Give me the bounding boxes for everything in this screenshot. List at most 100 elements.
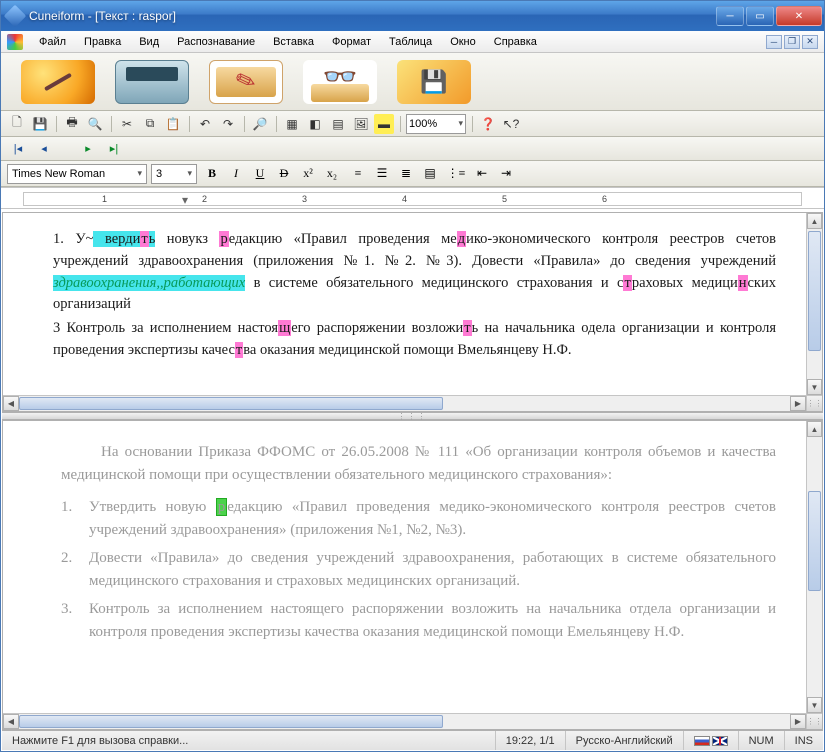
menu-help[interactable]: Справка bbox=[486, 34, 545, 50]
pane-splitter[interactable]: ⋮⋮⋮ bbox=[2, 412, 823, 420]
navigation-toolbar: |◂ ◂ ▸ ▸| bbox=[1, 137, 824, 161]
format-toolbar: Times New Roman 3 B I U D x² x₂ ≡ ☰ ≣ ▤ … bbox=[1, 161, 824, 187]
menu-file[interactable]: Файл bbox=[31, 34, 74, 50]
text-fragment: новукз bbox=[155, 231, 219, 247]
indent-decrease-icon[interactable]: ⇤ bbox=[471, 164, 493, 184]
highlight-icon[interactable]: ▬ bbox=[374, 114, 394, 134]
scroll-thumb[interactable] bbox=[808, 491, 821, 591]
scroll-up-icon[interactable]: ▲ bbox=[807, 213, 822, 229]
find-icon[interactable]: 🔎 bbox=[250, 114, 270, 134]
menu-format[interactable]: Формат bbox=[324, 34, 379, 50]
wizard-button[interactable] bbox=[21, 60, 95, 104]
image-pane-vscrollbar[interactable]: ▲ ▼ bbox=[806, 421, 822, 713]
highlight-magenta: т bbox=[463, 320, 471, 336]
scroll-right-icon[interactable]: ▶ bbox=[790, 396, 806, 411]
text-fragment: 1. У~ bbox=[53, 231, 93, 247]
print-icon[interactable]: 🖶 bbox=[62, 114, 82, 134]
text-fragment: раховых медици bbox=[632, 275, 738, 291]
menu-insert[interactable]: Вставка bbox=[265, 34, 322, 50]
menu-window[interactable]: Окно bbox=[442, 34, 484, 50]
align-justify-icon[interactable]: ▤ bbox=[419, 164, 441, 184]
font-name-combo[interactable]: Times New Roman bbox=[7, 164, 147, 184]
image-document[interactable]: На основании Приказа ФФОМС от 26.05.2008… bbox=[3, 421, 806, 713]
scroll-thumb[interactable] bbox=[808, 231, 821, 351]
scroll-down-icon[interactable]: ▼ bbox=[807, 379, 822, 395]
toggle-icon[interactable]: ◧ bbox=[305, 114, 325, 134]
save-button[interactable] bbox=[397, 60, 471, 104]
text-document[interactable]: 1. У~ вердить новукз редакцию «Правил пр… bbox=[3, 213, 806, 395]
scroll-thumb[interactable] bbox=[19, 715, 443, 728]
menu-table[interactable]: Таблица bbox=[381, 34, 440, 50]
status-num: NUM bbox=[739, 731, 785, 750]
next-page-icon[interactable]: ▸ bbox=[77, 140, 99, 158]
zoom-combo[interactable]: 100% bbox=[406, 114, 466, 134]
font-size-combo[interactable]: 3 bbox=[151, 164, 197, 184]
horizontal-ruler[interactable]: ▾ 1 2 3 4 5 6 bbox=[1, 187, 824, 209]
scroll-thumb[interactable] bbox=[19, 397, 443, 410]
underline-button[interactable]: U bbox=[249, 164, 271, 184]
window-title: Cuneiform - [Текст : raspor] bbox=[29, 9, 176, 23]
status-language-label: Русско-Английский bbox=[576, 735, 673, 747]
ruler-num-6: 6 bbox=[602, 194, 607, 204]
status-time-page: 19:22, 1/1 bbox=[496, 731, 566, 750]
align-center-icon[interactable]: ☰ bbox=[371, 164, 393, 184]
italic-button[interactable]: I bbox=[225, 164, 247, 184]
align-left-icon[interactable]: ≡ bbox=[347, 164, 369, 184]
window-minimize-button[interactable]: ─ bbox=[716, 6, 744, 26]
new-icon[interactable]: 🗋 bbox=[7, 114, 27, 134]
superscript-button[interactable]: x² bbox=[297, 164, 319, 184]
image-text-intro: На основании Приказа ФФОМС от 26.05.2008… bbox=[61, 441, 776, 486]
menu-recognition[interactable]: Распознавание bbox=[169, 34, 263, 50]
scroll-left-icon[interactable]: ◀ bbox=[3, 714, 19, 729]
bold-button[interactable]: B bbox=[201, 164, 223, 184]
scroll-down-icon[interactable]: ▼ bbox=[807, 697, 822, 713]
paste-icon[interactable]: 📋 bbox=[163, 114, 183, 134]
cut-icon[interactable]: ✂ bbox=[117, 114, 137, 134]
window-close-button[interactable]: ✕ bbox=[776, 6, 822, 26]
ruler-num-3: 3 bbox=[302, 194, 307, 204]
strike-button[interactable]: D bbox=[273, 164, 295, 184]
mdi-restore-button[interactable]: ❐ bbox=[784, 35, 800, 49]
mdi-close-button[interactable]: ✕ bbox=[802, 35, 818, 49]
text-fragment: Довести «Правила» до сведения учреждений… bbox=[89, 550, 776, 589]
redo-icon[interactable]: ↷ bbox=[218, 114, 238, 134]
prev-page-icon[interactable]: ◂ bbox=[33, 140, 55, 158]
ruler-num-2: 2 bbox=[202, 194, 207, 204]
grid-icon[interactable]: ▦ bbox=[282, 114, 302, 134]
text-fragment: его распоряжении возложи bbox=[291, 320, 463, 336]
print-preview-icon[interactable]: 🔍 bbox=[85, 114, 105, 134]
font-size-value: 3 bbox=[156, 168, 162, 180]
layout-icon[interactable]: ▤ bbox=[328, 114, 348, 134]
help-icon[interactable]: ❓ bbox=[478, 114, 498, 134]
menu-edit[interactable]: Правка bbox=[76, 34, 129, 50]
list-number: 1. bbox=[61, 496, 72, 519]
scroll-grip-icon[interactable]: ⋮⋮ bbox=[806, 396, 822, 411]
image-pane-hscrollbar[interactable]: ◀ ▶ ⋮⋮ bbox=[3, 713, 822, 729]
image-icon[interactable]: 🖼 bbox=[351, 114, 371, 134]
open-layout-button[interactable] bbox=[209, 60, 283, 104]
list-bullets-icon[interactable]: ⋮≡ bbox=[445, 164, 467, 184]
mdi-minimize-button[interactable]: ─ bbox=[766, 35, 782, 49]
text-pane-hscrollbar[interactable]: ◀ ▶ ⋮⋮ bbox=[3, 395, 822, 411]
text-pane-vscrollbar[interactable]: ▲ ▼ bbox=[806, 213, 822, 395]
last-page-icon[interactable]: ▸| bbox=[103, 140, 125, 158]
scan-button[interactable] bbox=[115, 60, 189, 104]
align-right-icon[interactable]: ≣ bbox=[395, 164, 417, 184]
copy-icon[interactable]: ⧉ bbox=[140, 114, 160, 134]
scroll-right-icon[interactable]: ▶ bbox=[790, 714, 806, 729]
undo-icon[interactable]: ↶ bbox=[195, 114, 215, 134]
whatsthis-icon[interactable]: ↖? bbox=[501, 114, 521, 134]
window-maximize-button[interactable]: ▭ bbox=[746, 6, 774, 26]
recognize-button[interactable] bbox=[303, 60, 377, 104]
indent-increase-icon[interactable]: ⇥ bbox=[495, 164, 517, 184]
menu-view[interactable]: Вид bbox=[131, 34, 167, 50]
status-language: Русско-Английский bbox=[566, 731, 684, 750]
scroll-grip-icon[interactable]: ⋮⋮ bbox=[806, 714, 822, 729]
subscript-button[interactable]: x₂ bbox=[321, 164, 343, 184]
first-page-icon[interactable]: |◂ bbox=[7, 140, 29, 158]
highlight-magenta: т bbox=[140, 231, 148, 247]
scroll-up-icon[interactable]: ▲ bbox=[807, 421, 822, 437]
scroll-left-icon[interactable]: ◀ bbox=[3, 396, 19, 411]
save-icon[interactable]: 💾 bbox=[30, 114, 50, 134]
text-fragment: ва оказания медицинской помощи Вмельянце… bbox=[243, 342, 571, 358]
